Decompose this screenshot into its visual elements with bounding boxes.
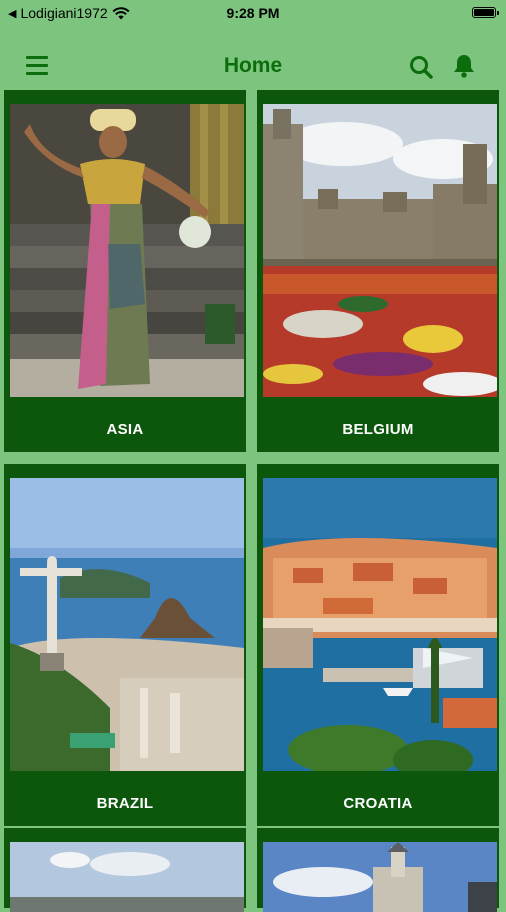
app-bar: Home bbox=[0, 40, 506, 90]
status-bar: ◀ Lodigiani1972 9:28 PM bbox=[0, 0, 506, 26]
search-icon[interactable] bbox=[408, 54, 434, 80]
bell-icon[interactable] bbox=[451, 53, 477, 79]
brazil-image bbox=[10, 478, 244, 771]
category-label: BELGIUM bbox=[342, 421, 414, 438]
battery-icon bbox=[472, 7, 499, 18]
category-card-brazil[interactable]: BRAZIL bbox=[4, 464, 246, 826]
asia-image bbox=[10, 104, 244, 397]
category-label: CROATIA bbox=[343, 795, 413, 812]
card-5-image bbox=[10, 842, 244, 912]
category-card-asia[interactable]: ASIA bbox=[4, 90, 246, 452]
croatia-image bbox=[263, 478, 497, 771]
category-card-5[interactable] bbox=[4, 828, 246, 912]
status-time: 9:28 PM bbox=[226, 5, 280, 21]
category-label: ASIA bbox=[106, 421, 144, 438]
category-label: BRAZIL bbox=[96, 795, 154, 812]
category-card-6[interactable] bbox=[257, 828, 499, 912]
category-card-croatia[interactable]: CROATIA bbox=[257, 464, 499, 826]
belgium-image bbox=[263, 104, 497, 397]
category-card-belgium[interactable]: BELGIUM bbox=[257, 90, 499, 452]
category-grid: ASIA BELGIUM BRAZIL CROATIA bbox=[0, 90, 506, 912]
card-6-image bbox=[263, 842, 497, 912]
